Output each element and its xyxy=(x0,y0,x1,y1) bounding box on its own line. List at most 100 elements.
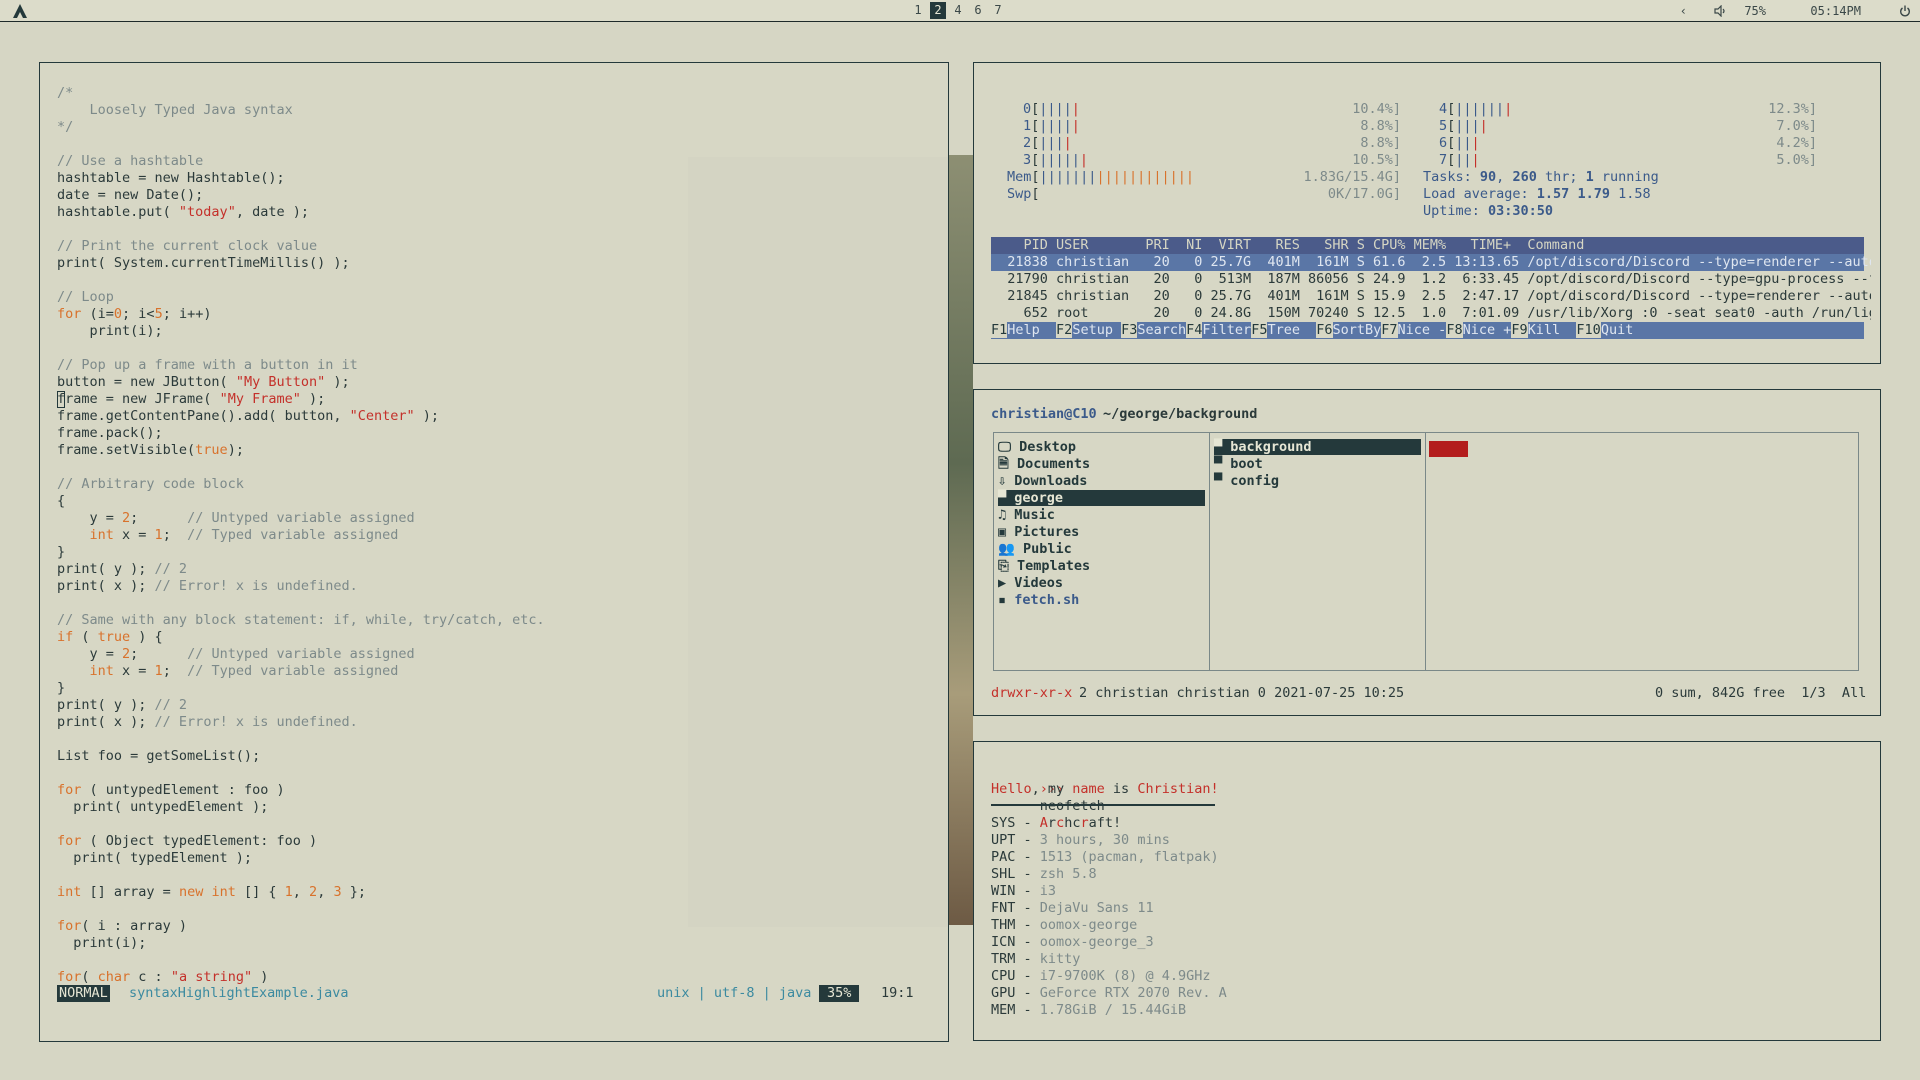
process-row[interactable]: 21838 christian 20 0 25.7G 401M 161M S 6… xyxy=(991,254,1871,271)
workspace-7[interactable]: 7 xyxy=(990,2,1006,19)
code-line: print( y ); // 2 xyxy=(57,561,187,578)
neofetch-key: MEM - xyxy=(991,1002,1040,1018)
ranger-entry-pictures[interactable]: ▣ Pictures xyxy=(998,524,1205,540)
neofetch-value: oomox-george_3 xyxy=(1039,934,1154,950)
ranger-entry-fetch-sh[interactable]: ▪ fetch.sh xyxy=(998,592,1205,608)
fkey-f7[interactable]: F7 xyxy=(1381,322,1398,338)
cpu-pct: 12.3%] xyxy=(1768,101,1817,117)
music-icon: ♫ xyxy=(998,507,1015,523)
ranger-entry-music[interactable]: ♫ Music xyxy=(998,507,1205,523)
fkey-label[interactable]: Tree xyxy=(1267,322,1317,338)
code-token: 2 xyxy=(122,646,131,662)
folder-icon: ▀ xyxy=(1214,473,1231,489)
code-token: c : xyxy=(130,969,171,985)
volume-icon[interactable] xyxy=(1714,5,1728,17)
fkey-label[interactable]: Setup xyxy=(1072,322,1122,338)
fkey-f4[interactable]: F4 xyxy=(1186,322,1203,338)
fkey-f6[interactable]: F6 xyxy=(1316,322,1333,338)
archcraft-logo-icon[interactable] xyxy=(12,3,28,19)
code-token: ; xyxy=(162,663,188,679)
neofetch-icn: ICN - oomox-george_3 xyxy=(991,934,1154,951)
fkey-label[interactable]: Nice - xyxy=(1397,322,1447,338)
ranger-entry-config[interactable]: ▀ config xyxy=(1214,473,1421,489)
neofetch-key: WIN - xyxy=(991,883,1040,899)
fkey-f5[interactable]: F5 xyxy=(1251,322,1268,338)
chevron-left-icon[interactable]: ‹ xyxy=(1680,3,1687,19)
greeting-token: is xyxy=(1104,781,1138,797)
cpu-bar: | xyxy=(1471,135,1480,151)
cpu-meter-7: 7[||| xyxy=(1439,152,1480,169)
ranger-entry-videos[interactable]: ▶ Videos xyxy=(998,575,1205,591)
code-token: [] { xyxy=(235,884,285,900)
code-token: new xyxy=(178,884,204,900)
command-text: neofetch xyxy=(1039,798,1105,814)
code-line: frame = new JFrame( "My Frame" ); xyxy=(57,391,325,408)
fkey-label[interactable]: Help xyxy=(1007,322,1057,338)
workspace-6[interactable]: 6 xyxy=(970,2,986,19)
neofetch-value: 1.78GiB / 15.44GiB xyxy=(1039,1002,1187,1018)
code-line: hashtable = new Hashtable(); xyxy=(57,170,285,187)
cpu-meter-3: 3[|||||| xyxy=(1023,152,1088,169)
cpu-id: 3 xyxy=(1023,152,1032,168)
fkey-f8[interactable]: F8 xyxy=(1446,322,1463,338)
greeting-token: name xyxy=(1072,781,1105,797)
ranger-col-current: ▀ background ▀ boot ▀ config xyxy=(1210,433,1426,670)
fkey-label[interactable]: SortBy xyxy=(1332,322,1382,338)
code-token: int xyxy=(211,884,236,900)
terminal-window[interactable]: ››› neofetch Hello, my name is Christian… xyxy=(973,741,1881,1041)
terminal-content[interactable]: ››› neofetch Hello, my name is Christian… xyxy=(991,764,1871,1034)
fkey-label[interactable]: Filter xyxy=(1202,322,1252,338)
fkey-label[interactable]: Search xyxy=(1137,322,1187,338)
fkey-f2[interactable]: F2 xyxy=(1056,322,1073,338)
code-token: int xyxy=(89,527,114,543)
process-row[interactable]: 652 root 20 0 24.8G 150M 70240 S 12.5 1.… xyxy=(991,305,1872,322)
code-token: print(i); xyxy=(57,323,163,339)
swap-meter: Swp[ xyxy=(1007,186,1040,203)
vim-filename: syntaxHighlightExample.java xyxy=(129,985,349,1001)
public-icon: 👥 xyxy=(998,541,1023,557)
cpu-bar: ||||| xyxy=(1039,152,1080,168)
fkey-label[interactable]: Quit xyxy=(1600,322,1634,338)
code-token: frame = new JFrame( xyxy=(57,391,220,407)
tasks-token: Tasks: xyxy=(1423,169,1480,185)
code-token: 1 xyxy=(154,663,163,679)
ranger-entry-downloads[interactable]: ⇩ Downloads xyxy=(998,473,1205,489)
code-token: // Untyped variable assigned xyxy=(187,510,415,526)
neofetch-value: DejaVu Sans 11 xyxy=(1039,900,1154,916)
fkey-label[interactable]: Kill xyxy=(1527,322,1577,338)
code-area[interactable]: /* Loosely Typed Java syntax */ // Use a h… xyxy=(57,85,937,995)
code-token: // Untyped variable assigned xyxy=(187,646,415,662)
workspace-4[interactable]: 4 xyxy=(950,2,966,19)
fkey-f1[interactable]: F1 xyxy=(991,322,1008,338)
cpu-meter-1: 1[||||| xyxy=(1023,118,1080,135)
vim-statusline: NORMAL syntaxHighlightExample.java unix … xyxy=(57,985,937,1002)
code-line: if ( true ) { xyxy=(57,629,163,646)
ranger-entry-public[interactable]: 👥 Public xyxy=(998,541,1205,557)
fkey-label[interactable]: Nice + xyxy=(1462,322,1512,338)
process-row[interactable]: 21790 christian 20 0 513M 187M 86056 S 2… xyxy=(991,271,1871,288)
load-token: 1.79 xyxy=(1577,186,1610,202)
editor-window[interactable]: /* Loosely Typed Java syntax */ // Use a h… xyxy=(39,62,949,1042)
htop-window[interactable]: PID USER PRI NI VIRT RES SHR S CPU% MEM%… xyxy=(973,62,1881,364)
ranger-entry-george[interactable]: ▀ george xyxy=(998,490,1205,506)
neofetch-shl: SHL - zsh 5.8 xyxy=(991,866,1097,883)
ranger-entry-templates[interactable]: ⎘ Templates xyxy=(998,558,1205,574)
ranger-entry-background[interactable]: ▀ background xyxy=(1214,439,1421,455)
ranger-entry-boot[interactable]: ▀ boot xyxy=(1214,456,1421,472)
code-token: ) { xyxy=(130,629,163,645)
code-token: ; xyxy=(162,527,188,543)
ranger-window[interactable]: christian@C10 ~/george/background 🖵 Desk… xyxy=(973,389,1881,716)
power-icon[interactable] xyxy=(1899,5,1911,17)
neofetch-key: UPT - xyxy=(991,832,1040,848)
workspace-2[interactable]: 2 xyxy=(930,2,946,19)
process-row[interactable]: 21845 christian 20 0 25.7G 401M 161M S 1… xyxy=(991,288,1871,305)
fkey-f10[interactable]: F10 xyxy=(1576,322,1601,338)
fkey-f9[interactable]: F9 xyxy=(1511,322,1528,338)
code-token: for xyxy=(57,833,82,849)
ranger-entry-desktop[interactable]: 🖵 Desktop xyxy=(998,439,1205,455)
workspace-1[interactable]: 1 xyxy=(910,2,926,19)
code-token: print( y ); xyxy=(57,697,155,713)
fkey-f3[interactable]: F3 xyxy=(1121,322,1138,338)
ranger-entry-documents[interactable]: 🗎 Documents xyxy=(998,456,1205,472)
code-token: if xyxy=(57,629,74,645)
